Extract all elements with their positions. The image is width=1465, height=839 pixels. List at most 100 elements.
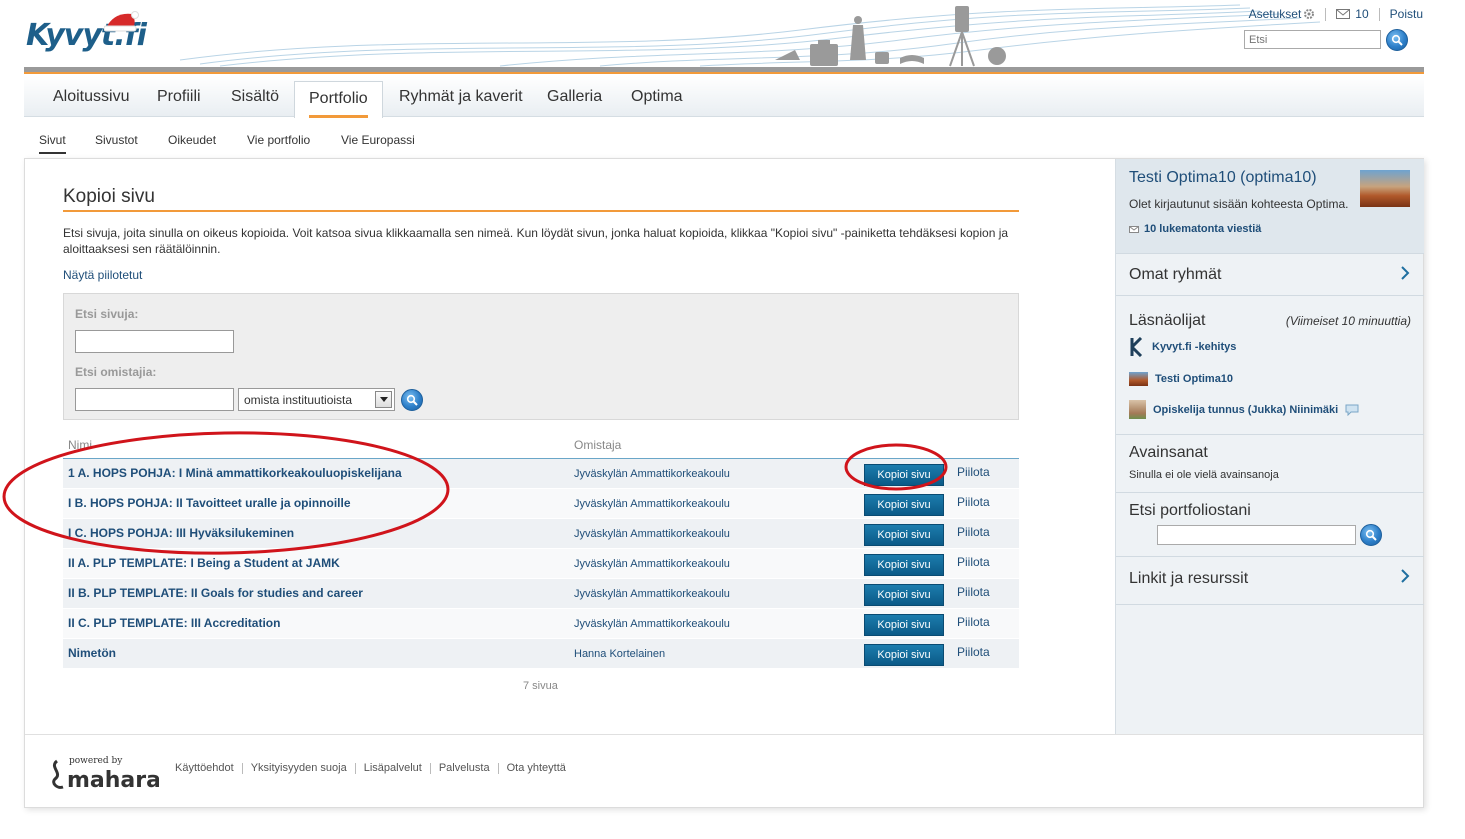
owner-link[interactable]: Jyväskylän Ammattikorkeakoulu <box>574 558 730 570</box>
site-search-input[interactable] <box>1244 30 1381 49</box>
separator <box>1378 7 1380 21</box>
footer-link-palvelusta[interactable]: Palvelusta <box>439 762 490 774</box>
copy-page-button[interactable]: Kopioi sivu <box>864 614 944 636</box>
owner-link[interactable]: Jyväskylän Ammattikorkeakoulu <box>574 528 730 540</box>
gear-icon <box>1304 9 1315 19</box>
copy-page-button[interactable]: Kopioi sivu <box>864 554 944 576</box>
subtab-sivut[interactable]: Sivut <box>39 133 66 154</box>
owner-link[interactable]: Jyväskylän Ammattikorkeakoulu <box>574 468 730 480</box>
hide-page-link[interactable]: Piilota <box>957 585 990 599</box>
table-row: 1 A. HOPS POHJA: I Minä ammattikorkeakou… <box>63 459 1019 489</box>
separator <box>354 762 356 774</box>
tab-galleria[interactable]: Galleria <box>533 76 616 117</box>
login-source-note: Olet kirjautunut sisään kohteesta Optima… <box>1129 197 1349 211</box>
mahara-logo[interactable]: powered by mahara <box>49 753 161 796</box>
copy-page-button[interactable]: Kopioi sivu <box>864 464 944 486</box>
intro-text: Etsi sivuja, joita sinulla on oikeus kop… <box>63 226 1009 256</box>
tab-profiili[interactable]: Profiili <box>143 76 215 117</box>
table-header: Nimi Omistaja <box>63 435 1019 459</box>
copy-page-button[interactable]: Kopioi sivu <box>864 644 944 666</box>
column-header-owner[interactable]: Omistaja <box>574 438 621 452</box>
column-header-name[interactable]: Nimi <box>68 438 92 452</box>
table-row: II C. PLP TEMPLATE: III Accreditation Jyv… <box>63 609 1019 639</box>
hide-page-link[interactable]: Piilota <box>957 495 990 509</box>
tab-label: Profiili <box>157 88 201 105</box>
site-search-button[interactable] <box>1386 29 1408 51</box>
logout-link[interactable]: Poistu <box>1390 7 1423 21</box>
speech-bubble-icon[interactable] <box>1345 404 1359 416</box>
portfolio-search-button[interactable] <box>1360 524 1382 546</box>
my-groups-title: Omat ryhmät <box>1129 266 1222 283</box>
online-user[interactable]: Testi Optima10 <box>1129 372 1233 386</box>
search-icon <box>1365 529 1377 541</box>
tab-sisalto[interactable]: Sisältö <box>217 76 293 117</box>
portfolio-search-input[interactable] <box>1157 525 1356 545</box>
links-resources-block[interactable]: Linkit ja resurssit <box>1116 557 1424 605</box>
page-name-link[interactable]: Nimetön <box>68 646 116 660</box>
online-users-block: Läsnäolijat (Viimeiset 10 minuuttia) Kyv… <box>1116 296 1424 435</box>
tab-ryhmat-ja-kaverit[interactable]: Ryhmät ja kaverit <box>385 76 537 117</box>
subtab-sivustot[interactable]: Sivustot <box>95 133 138 147</box>
owner-scope-select[interactable]: omista instituutioista <box>238 388 395 411</box>
search-pages-input[interactable] <box>75 330 234 353</box>
tab-optima[interactable]: Optima <box>617 76 697 117</box>
online-user[interactable]: Opiskelija tunnus (Jukka) Niinimäki <box>1129 400 1359 419</box>
title-rule <box>63 210 1019 212</box>
online-time-note: (Viimeiset 10 minuuttia) <box>1285 314 1411 328</box>
table-body: 1 A. HOPS POHJA: I Minä ammattikorkeakou… <box>63 459 1019 669</box>
content-area: Kopioi sivu Etsi sivuja, joita sinulla o… <box>24 158 1424 808</box>
page-name-link[interactable]: II C. PLP TEMPLATE: III Accreditation <box>68 616 280 630</box>
search-form: Etsi sivuja: Etsi omistajia: omista inst… <box>63 293 1019 420</box>
inbox-link[interactable]: 10 <box>1336 7 1369 21</box>
hide-page-link[interactable]: Piilota <box>957 465 990 479</box>
sidebar: Testi Optima10 (optima10) Olet kirjautun… <box>1115 159 1424 734</box>
footer-link-kayttoehdot[interactable]: Käyttöehdot <box>175 762 234 774</box>
tab-label: Sisältö <box>231 88 280 105</box>
subtab-vie-portfolio[interactable]: Vie portfolio <box>247 133 310 147</box>
subtab-oikeudet[interactable]: Oikeudet <box>168 133 216 147</box>
show-hidden-link[interactable]: Näytä piilotetut <box>63 268 142 282</box>
inbox-count: 10 <box>1355 7 1369 21</box>
subtab-vie-europassi[interactable]: Vie Europassi <box>341 133 415 147</box>
online-user[interactable]: Kyvyt.fi -kehitys <box>1129 337 1236 357</box>
copy-page-button[interactable]: Kopioi sivu <box>864 494 944 516</box>
search-owners-input[interactable] <box>75 388 234 411</box>
copy-page-button[interactable]: Kopioi sivu <box>864 524 944 546</box>
page-name-link[interactable]: I C. HOPS POHJA: III Hyväksilukeminen <box>68 526 294 540</box>
footer-link-lisapalvelut[interactable]: Lisäpalvelut <box>364 762 422 774</box>
user-name-link[interactable]: Testi Optima10 (optima10) <box>1129 169 1317 187</box>
owner-scope-value: omista instituutioista <box>244 393 353 407</box>
footer-link-ota-yhteytta[interactable]: Ota yhteyttä <box>507 762 566 774</box>
copy-page-button[interactable]: Kopioi sivu <box>864 584 944 606</box>
page-name-link[interactable]: II B. PLP TEMPLATE: II Goals for studies… <box>68 586 363 600</box>
table-row: I B. HOPS POHJA: II Tavoitteet uralle ja… <box>63 489 1019 519</box>
separator <box>429 762 431 774</box>
search-icon <box>1391 34 1403 46</box>
hide-page-link[interactable]: Piilota <box>957 615 990 629</box>
tab-aloitussivu[interactable]: Aloitussivu <box>39 76 143 117</box>
tab-portfolio[interactable]: Portfolio <box>294 81 383 118</box>
unread-messages-link[interactable]: 10 lukematonta viestiä <box>1129 223 1261 235</box>
owner-link[interactable]: Jyväskylän Ammattikorkeakoulu <box>574 498 730 510</box>
owner-link[interactable]: Jyväskylän Ammattikorkeakoulu <box>574 618 730 630</box>
owner-link[interactable]: Hanna Kortelainen <box>574 648 665 660</box>
page-name-link[interactable]: I B. HOPS POHJA: II Tavoitteet uralle ja… <box>68 496 351 510</box>
owner-link[interactable]: Jyväskylän Ammattikorkeakoulu <box>574 588 730 600</box>
footer: powered by mahara Käyttöehdot Yksityisyy… <box>25 734 1423 807</box>
avatar[interactable] <box>1360 170 1410 207</box>
kyvyt-avatar-icon <box>1130 337 1143 357</box>
footer-link-yksityisyyden-suoja[interactable]: Yksityisyyden suoja <box>251 762 347 774</box>
hide-page-link[interactable]: Piilota <box>957 645 990 659</box>
page-name-link[interactable]: II A. PLP TEMPLATE: I Being a Student at… <box>68 556 340 570</box>
hide-page-link[interactable]: Piilota <box>957 555 990 569</box>
tab-label: Portfolio <box>309 90 368 107</box>
search-submit-button[interactable] <box>401 389 423 411</box>
page-name-link[interactable]: 1 A. HOPS POHJA: I Minä ammattikorkeakou… <box>68 466 402 480</box>
my-groups-block[interactable]: Omat ryhmät <box>1116 254 1424 296</box>
unread-messages-label: 10 lukematonta viestiä <box>1144 223 1262 235</box>
settings-link[interactable]: Asetukset <box>1249 7 1316 21</box>
table-row: I C. HOPS POHJA: III Hyväksilukeminen Jyv… <box>63 519 1019 549</box>
table-row: II A. PLP TEMPLATE: I Being a Student at… <box>63 549 1019 579</box>
hide-page-link[interactable]: Piilota <box>957 525 990 539</box>
chevron-right-icon <box>1401 266 1410 280</box>
